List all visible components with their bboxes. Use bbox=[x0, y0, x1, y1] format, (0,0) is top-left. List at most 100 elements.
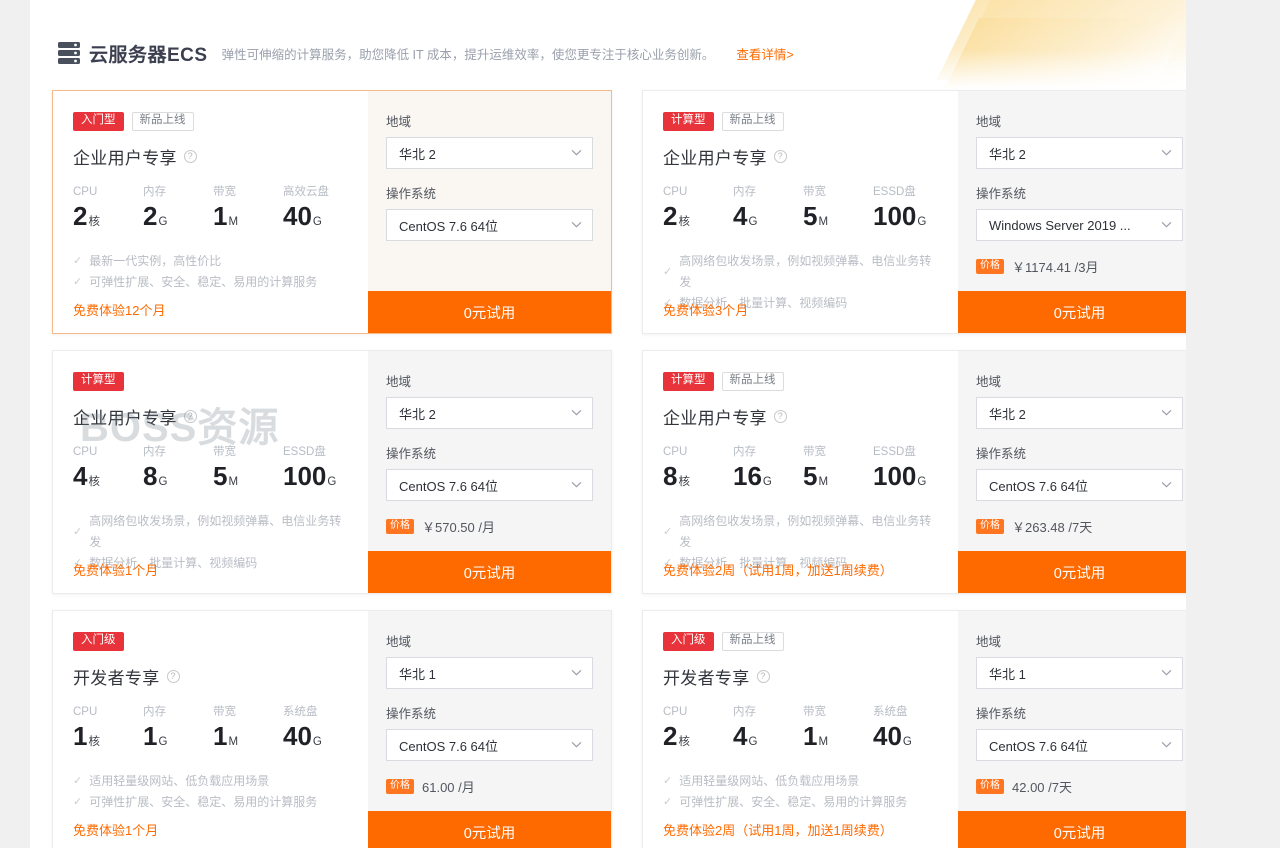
os-select[interactable]: CentOS 7.6 64位 bbox=[386, 209, 593, 241]
page-description: 弹性可伸缩的计算服务，助您降低 IT 成本，提升运维效率，使您更专注于核心业务创… bbox=[221, 47, 715, 62]
feature-text: 最新一代实例，高性价比 bbox=[89, 254, 222, 268]
spec-label: 带宽 bbox=[213, 446, 236, 458]
feature-text: 可弹性扩展、安全、稳定、易用的计算服务 bbox=[89, 795, 318, 809]
region-value: 华北 2 bbox=[989, 146, 1026, 162]
spec-number: 40 bbox=[283, 201, 312, 231]
free-trial-button[interactable]: 0元试用 bbox=[368, 551, 611, 593]
spec-unit: 核 bbox=[88, 736, 100, 748]
feature-item: ✓ 高网络包收发场景，例如视频弹幕、电信业务转发 bbox=[663, 511, 940, 553]
free-trial-button[interactable]: 0元试用 bbox=[368, 811, 611, 848]
spec-value: 100G bbox=[873, 461, 943, 497]
plan-card[interactable]: 入门级 新品上线 开发者专享 ? CPU 2核 内存 4G 带宽 1M 系统盘 … bbox=[642, 610, 1186, 848]
feature-item: ✓ 可弹性扩展、安全、稳定、易用的计算服务 bbox=[73, 792, 350, 813]
plan-title-text: 企业用户专享 bbox=[663, 409, 767, 428]
plan-card[interactable]: 入门型 新品上线 企业用户专享 ? CPU 2核 内存 2G 带宽 1M 高效云… bbox=[52, 90, 612, 334]
new-product-tag: 新品上线 bbox=[721, 112, 784, 131]
region-select[interactable]: 华北 2 bbox=[976, 137, 1183, 169]
plan-card[interactable]: 入门级 开发者专享 ? CPU 1核 内存 1G 带宽 1M 系统盘 40G ✓ bbox=[52, 610, 612, 848]
plan-card[interactable]: 计算型 新品上线 企业用户专享 ? CPU 8核 内存 16G 带宽 5M ES… bbox=[642, 350, 1186, 594]
spec-unit: 核 bbox=[88, 216, 100, 228]
spec-item: 带宽 1M bbox=[213, 705, 283, 757]
os-select[interactable]: CentOS 7.6 64位 bbox=[976, 469, 1183, 501]
free-trial-note: 免费体验12个月 bbox=[73, 303, 166, 318]
os-select[interactable]: CentOS 7.6 64位 bbox=[976, 729, 1183, 761]
plan-title: 企业用户专享 ? bbox=[663, 404, 940, 429]
check-icon: ✓ bbox=[663, 775, 673, 787]
help-question-icon[interactable]: ? bbox=[773, 150, 787, 163]
plan-card-info: 入门级 新品上线 开发者专享 ? CPU 2核 内存 4G 带宽 1M 系统盘 … bbox=[643, 611, 958, 848]
spec-label: 内存 bbox=[733, 446, 756, 458]
spec-unit: M bbox=[818, 476, 829, 488]
spec-value: 1M bbox=[213, 201, 283, 237]
spec-list: CPU 2核 内存 2G 带宽 1M 高效云盘 40G bbox=[73, 185, 350, 237]
spec-number: 5 bbox=[213, 461, 228, 491]
free-trial-button[interactable]: 0元试用 bbox=[958, 811, 1186, 848]
free-trial-button[interactable]: 0元试用 bbox=[368, 291, 611, 333]
spec-number: 1 bbox=[73, 721, 88, 751]
region-label: 地域 bbox=[386, 635, 412, 649]
plan-title: 企业用户专享 ? bbox=[663, 144, 940, 169]
plan-card-config: 地域 华北 1 操作系统 CentOS 7.6 64位 价格 61.00 /月 … bbox=[368, 611, 611, 848]
spec-value: 5M bbox=[213, 461, 283, 497]
os-select[interactable]: CentOS 7.6 64位 bbox=[386, 729, 593, 761]
spec-label: 带宽 bbox=[803, 706, 826, 718]
help-question-icon[interactable]: ? bbox=[166, 670, 180, 683]
spec-value: 2G bbox=[143, 201, 213, 237]
os-value: Windows Server 2019 ... bbox=[989, 217, 1131, 233]
free-trial-button[interactable]: 0元试用 bbox=[958, 291, 1186, 333]
spec-number: 100 bbox=[873, 461, 917, 491]
chevron-down-icon bbox=[1155, 738, 1172, 753]
help-question-icon[interactable]: ? bbox=[183, 410, 197, 423]
page-container: 云服务器ECS 弹性可伸缩的计算服务，助您降低 IT 成本，提升运维效率，使您更… bbox=[30, 0, 1186, 848]
plan-type-tag: 入门级 bbox=[73, 632, 124, 651]
spec-unit: 核 bbox=[678, 736, 690, 748]
region-select[interactable]: 华北 1 bbox=[386, 657, 593, 689]
plan-title: 开发者专享 ? bbox=[73, 664, 350, 689]
spec-value: 8核 bbox=[663, 461, 733, 497]
feature-list: ✓ 最新一代实例，高性价比 ✓ 可弹性扩展、安全、稳定、易用的计算服务 bbox=[73, 251, 350, 293]
help-question-icon[interactable]: ? bbox=[773, 410, 787, 423]
view-details-link[interactable]: 查看详情> bbox=[736, 44, 793, 63]
spec-unit: G bbox=[312, 736, 322, 748]
os-select[interactable]: CentOS 7.6 64位 bbox=[386, 469, 593, 501]
spec-item: ESSD盘 100G bbox=[873, 445, 943, 497]
region-value: 华北 1 bbox=[989, 666, 1026, 682]
region-select[interactable]: 华北 1 bbox=[976, 657, 1183, 689]
spec-label: CPU bbox=[663, 186, 688, 198]
help-question-icon[interactable]: ? bbox=[756, 670, 770, 683]
help-question-icon[interactable]: ? bbox=[183, 150, 197, 163]
os-label: 操作系统 bbox=[386, 707, 437, 721]
spec-value: 100G bbox=[283, 461, 353, 497]
spec-item: 高效云盘 40G bbox=[283, 185, 353, 237]
os-value: CentOS 7.6 64位 bbox=[399, 218, 498, 234]
spec-item: 系统盘 40G bbox=[873, 705, 943, 757]
plan-card[interactable]: 计算型 新品上线 企业用户专享 ? CPU 2核 内存 4G 带宽 5M ESS… bbox=[642, 90, 1186, 334]
feature-text: 可弹性扩展、安全、稳定、易用的计算服务 bbox=[679, 795, 908, 809]
spec-item: 带宽 1M bbox=[213, 185, 283, 237]
plan-card[interactable]: 计算型 企业用户专享 ? CPU 4核 内存 8G 带宽 5M ESSD盘 10… bbox=[52, 350, 612, 594]
spec-item: 带宽 5M bbox=[213, 445, 283, 497]
region-select[interactable]: 华北 2 bbox=[976, 397, 1183, 429]
price-row: 价格 ￥570.50 /月 bbox=[386, 517, 593, 536]
spec-value: 4G bbox=[733, 201, 803, 237]
price-text: 61.00 /月 bbox=[422, 780, 475, 795]
feature-text: 适用轻量级网站、低负载应用场景 bbox=[679, 774, 860, 788]
tag-row: 入门级 bbox=[73, 631, 350, 652]
os-select[interactable]: Windows Server 2019 ... bbox=[976, 209, 1183, 241]
region-value: 华北 2 bbox=[399, 406, 436, 422]
spec-number: 2 bbox=[73, 201, 88, 231]
spec-value: 16G bbox=[733, 461, 803, 497]
spec-item: CPU 2核 bbox=[73, 185, 143, 237]
chevron-down-icon bbox=[1155, 478, 1172, 493]
new-product-tag: 新品上线 bbox=[721, 632, 784, 651]
price-badge: 价格 bbox=[386, 779, 414, 794]
spec-unit: M bbox=[818, 736, 829, 748]
plan-type-tag: 计算型 bbox=[73, 372, 124, 391]
region-select[interactable]: 华北 2 bbox=[386, 137, 593, 169]
spec-unit: G bbox=[762, 476, 772, 488]
tag-row: 计算型 新品上线 bbox=[663, 371, 940, 392]
free-trial-button[interactable]: 0元试用 bbox=[958, 551, 1186, 593]
spec-unit: G bbox=[748, 736, 758, 748]
region-select[interactable]: 华北 2 bbox=[386, 397, 593, 429]
spec-unit: 核 bbox=[678, 216, 690, 228]
